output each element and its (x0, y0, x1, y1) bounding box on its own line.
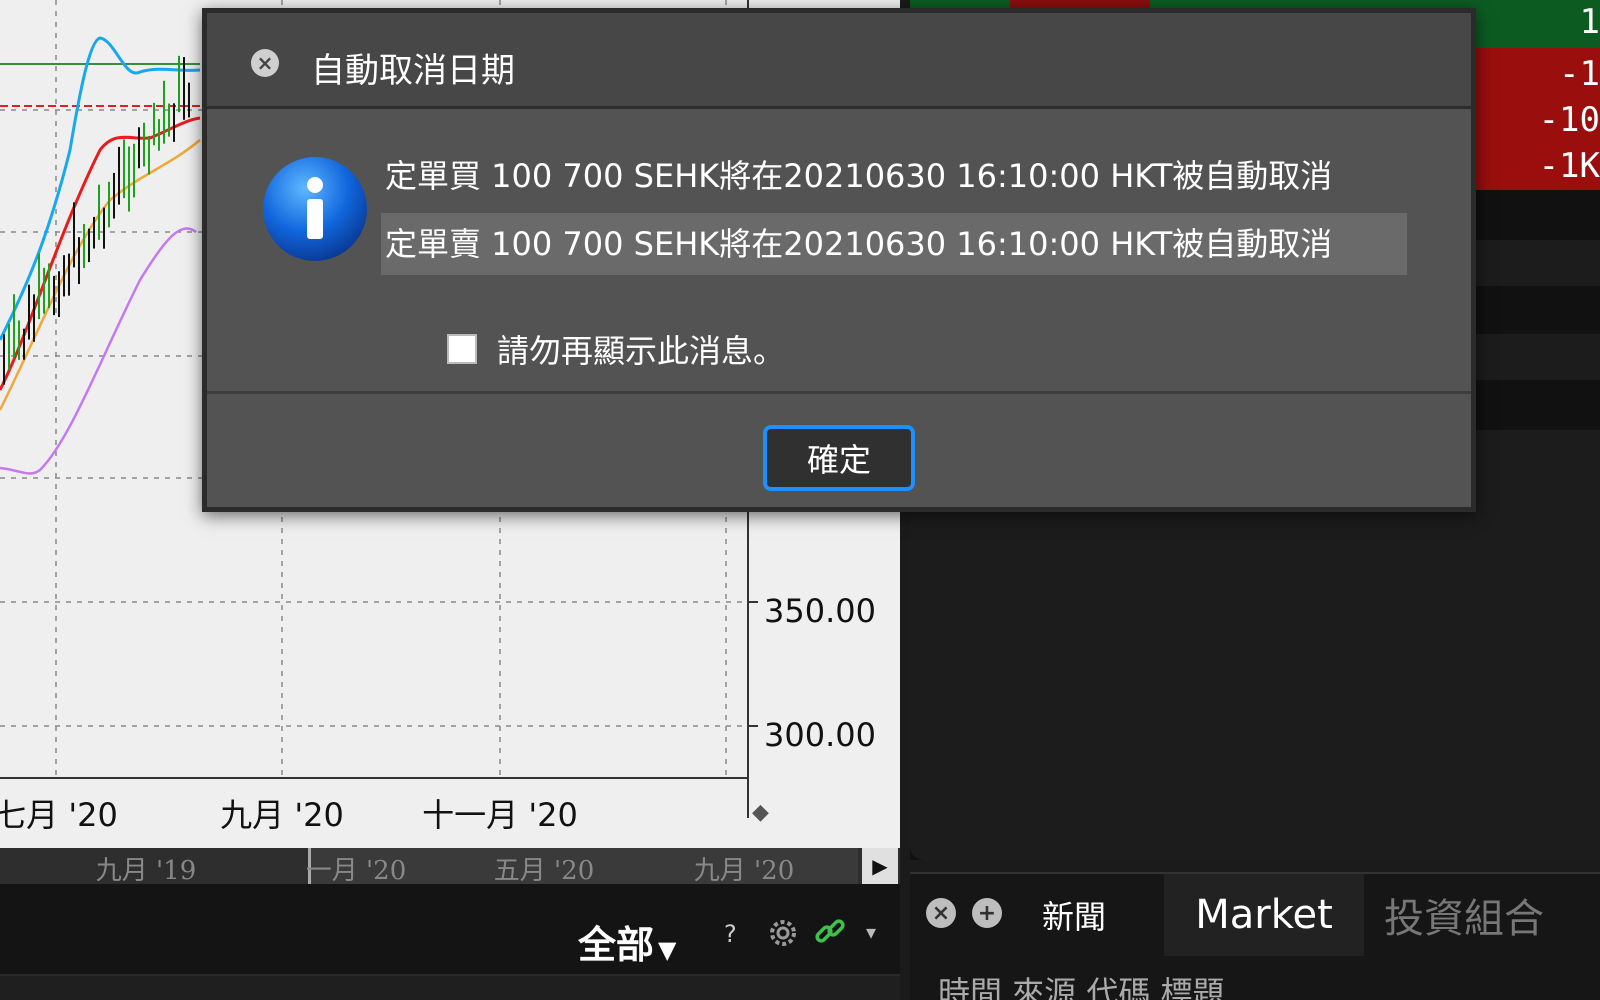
message-line-selected[interactable]: 定單賣 100 700 SEHK將在20210630 16:10:00 HKT被… (381, 213, 1407, 275)
message-line: 定單買 100 700 SEHK將在20210630 16:10:00 HKT被… (385, 157, 1333, 195)
filter-dropdown-label: 全部 (578, 923, 655, 967)
y-tick-300: 300.00 (764, 716, 876, 754)
close-icon[interactable]: × (251, 49, 279, 77)
add-panel-icon[interactable]: + (972, 898, 1002, 928)
dont-show-again-row[interactable]: 請勿再顯示此消息。 (447, 329, 786, 370)
tab-news[interactable]: 新聞 (1024, 874, 1124, 956)
news-panel: × + 新聞 Market 投資組合 時間 來源 代碼 標題 (910, 872, 1600, 1000)
y-tick-350: 350.00 (764, 592, 876, 630)
nav-tick: 五月 '20 (493, 856, 595, 886)
tab-portfolio[interactable]: 投資組合 (1364, 874, 1564, 956)
navigator-play-icon[interactable]: ▶ (862, 848, 898, 884)
auto-cancel-dialog: × 自動取消日期 定單買 100 700 SEHK將在20210630 16:1… (202, 8, 1476, 512)
x-tick-jul20: 七月 '20 (0, 796, 118, 834)
news-column-headers: 時間 來源 代碼 標題 (938, 974, 1225, 1000)
nav-tick: 九月 '20 (693, 856, 795, 886)
bottom-toolbar: 全部 ▼ ? ▾ (0, 884, 900, 1000)
tab-market[interactable]: Market (1164, 874, 1364, 956)
trading-workspace: 350.00 300.00 七月 '20 九月 '20 十一月 '20 ◆ 九月… (0, 0, 1600, 1000)
gear-icon[interactable] (766, 916, 800, 950)
info-icon (263, 157, 367, 261)
chart-scroll-left-icon[interactable]: ◆ (752, 800, 769, 825)
panel-value: 1 (1579, 2, 1600, 42)
toolbar-footer-strip (0, 974, 900, 1000)
confirm-button[interactable]: 確定 (763, 425, 915, 491)
dont-show-again-checkbox[interactable] (447, 334, 477, 364)
dialog-titlebar: × 自動取消日期 (207, 13, 1471, 109)
filter-dropdown[interactable]: 全部 ▼ (578, 914, 676, 969)
nav-tick: 九月 '19 (95, 856, 197, 886)
panel-value: -1 (1559, 54, 1600, 94)
x-tick-nov20: 十一月 '20 (422, 796, 578, 834)
dialog-title: 自動取消日期 (311, 51, 515, 91)
dont-show-again-label: 請勿再顯示此消息。 (497, 332, 786, 370)
chevron-down-icon: ▼ (658, 936, 677, 964)
news-tab-bar: × + 新聞 Market 投資組合 (910, 874, 1600, 956)
close-panel-icon[interactable]: × (926, 898, 956, 928)
chart-series (0, 36, 201, 475)
panel-value: -1K (1538, 146, 1600, 186)
chart-navigator[interactable]: 九月 '19 一月 '20 五月 '20 九月 '20 ▶ (0, 848, 900, 886)
dialog-divider (207, 391, 1471, 394)
x-tick-sep20: 九月 '20 (220, 796, 344, 834)
toolbar-menu-chevron-icon[interactable]: ▾ (866, 920, 876, 944)
link-icon[interactable] (812, 914, 848, 950)
panel-value: -10 (1538, 100, 1600, 140)
nav-tick: 一月 '20 (305, 856, 407, 886)
help-icon[interactable]: ? (724, 920, 737, 948)
